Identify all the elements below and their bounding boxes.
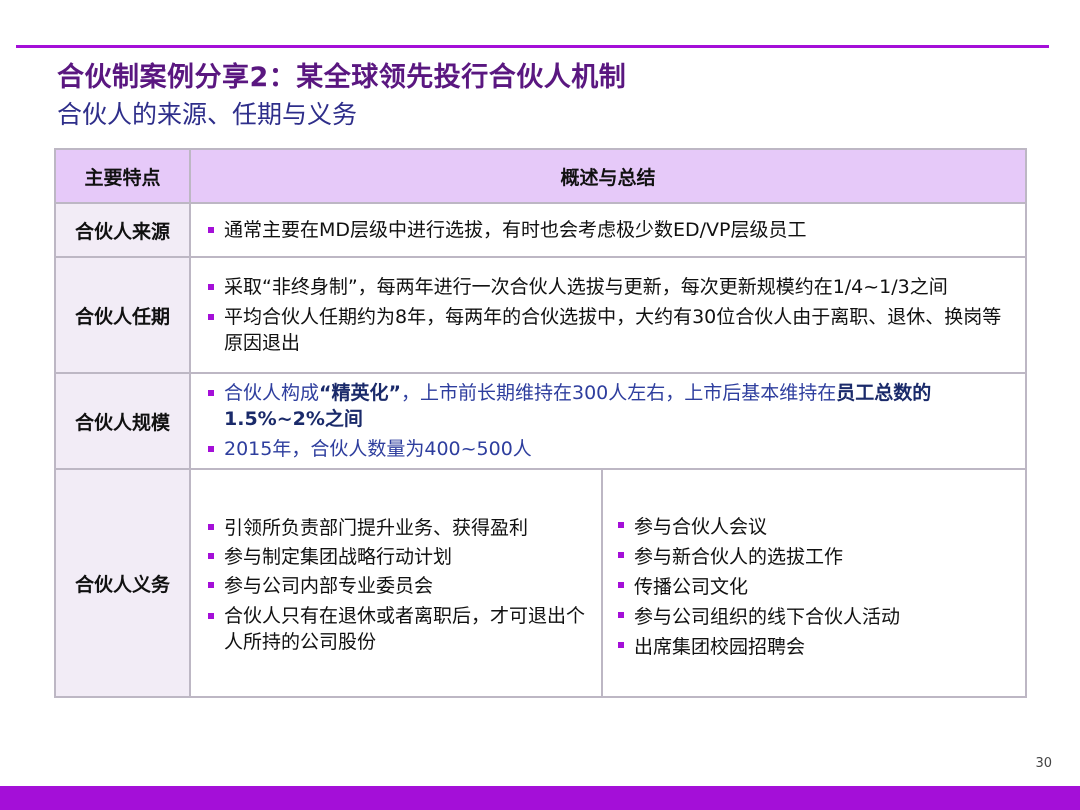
bullet-item: 参与制定集团战略行动计划 [205,543,591,572]
slide-subtitle: 合伙人的来源、任期与义务 [57,100,358,129]
table-header-row: 主要特点 概述与总结 [54,148,1027,204]
bullet-item: 出席集团校园招聘会 [615,632,1015,662]
scale-emphasis-elite: “精英化” [319,382,401,404]
bottom-accent-bar [0,786,1080,810]
row-label-duties: 合伙人义务 [54,468,191,698]
slide-title: 合伙制案例分享2：某全球领先投行合伙人机制 [57,62,627,93]
bullet-item: 参与公司组织的线下合伙人活动 [615,602,1015,632]
bullet-item: 平均合伙人任期约为8年，每两年的合伙选拔中，大约有30位合伙人由于离职、退休、换… [205,304,1011,356]
page-number: 30 [1035,756,1052,771]
row-content-scale: 合伙人构成“精英化”，上市前长期维持在300人左右，上市后基本维持在员工总数的1… [189,372,1027,470]
bullet-item: 2015年，合伙人数量为400~500人 [205,436,1011,462]
partner-mechanism-table: 主要特点 概述与总结 合伙人来源 通常主要在MD层级中进行选拔，有时也会考虑极少… [54,148,1027,698]
top-divider [16,45,1049,48]
bullet-item: 合伙人构成“精英化”，上市前长期维持在300人左右，上市后基本维持在员工总数的1… [205,380,1011,432]
bullet-item: 参与合伙人会议 [615,512,1015,542]
bullet-item: 合伙人只有在退休或者离职后，才可退出个人所持的公司股份 [205,603,591,655]
table-row-source: 合伙人来源 通常主要在MD层级中进行选拔，有时也会考虑极少数ED/VP层级员工 [54,202,1027,258]
header-summary: 概述与总结 [189,148,1027,204]
row-label-source: 合伙人来源 [54,202,191,258]
bullet-item: 采取“非终身制”，每两年进行一次合伙人选拔与更新，每次更新规模约在1/4~1/3… [205,274,1011,300]
bullet-item: 传播公司文化 [615,572,1015,602]
row-label-scale: 合伙人规模 [54,372,191,470]
table-row-term: 合伙人任期 采取“非终身制”，每两年进行一次合伙人选拔与更新，每次更新规模约在1… [54,256,1027,374]
scale-text-pre: 合伙人构成 [224,382,320,404]
scale-text-mid: ，上市前长期维持在300人左右，上市后基本维持在 [401,382,837,404]
bullet-item: 引领所负责部门提升业务、获得盈利 [205,514,591,543]
row-content-duties: 引领所负责部门提升业务、获得盈利 参与制定集团战略行动计划 参与公司内部专业委员… [189,468,1027,698]
duties-right-column: 参与合伙人会议 参与新合伙人的选拔工作 传播公司文化 参与公司组织的线下合伙人活… [603,470,1025,696]
table-row-scale: 合伙人规模 合伙人构成“精英化”，上市前长期维持在300人左右，上市后基本维持在… [54,372,1027,470]
bullet-item: 参与新合伙人的选拔工作 [615,542,1015,572]
table-row-duties: 合伙人义务 引领所负责部门提升业务、获得盈利 参与制定集团战略行动计划 参与公司… [54,468,1027,698]
row-label-term: 合伙人任期 [54,256,191,374]
bullet-item: 参与公司内部专业委员会 [205,572,591,601]
bullet-item: 通常主要在MD层级中进行选拔，有时也会考虑极少数ED/VP层级员工 [205,217,1011,243]
row-content-source: 通常主要在MD层级中进行选拔，有时也会考虑极少数ED/VP层级员工 [189,202,1027,258]
header-feature: 主要特点 [54,148,191,204]
row-content-term: 采取“非终身制”，每两年进行一次合伙人选拔与更新，每次更新规模约在1/4~1/3… [189,256,1027,374]
duties-left-column: 引领所负责部门提升业务、获得盈利 参与制定集团战略行动计划 参与公司内部专业委员… [191,470,603,696]
